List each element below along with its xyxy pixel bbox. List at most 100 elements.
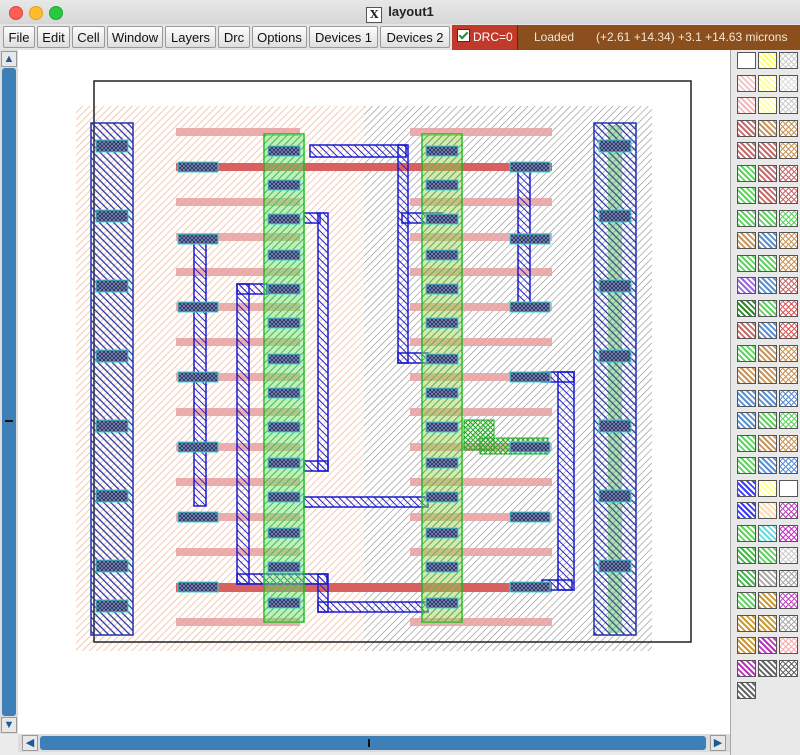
- menu-edit[interactable]: Edit: [37, 26, 70, 48]
- layer-swatch[interactable]: [737, 142, 756, 159]
- scroll-down-arrow-icon[interactable]: ▼: [1, 717, 17, 733]
- layer-swatch[interactable]: [779, 502, 798, 519]
- layer-swatch[interactable]: [758, 457, 777, 474]
- vertical-scroll-thumb[interactable]: [5, 420, 13, 422]
- layer-swatch[interactable]: [779, 614, 798, 632]
- layer-swatch[interactable]: [779, 412, 798, 429]
- layer-swatch[interactable]: [737, 74, 756, 92]
- layer-swatch[interactable]: [758, 74, 777, 92]
- layer-swatch[interactable]: [779, 592, 798, 609]
- layer-swatch[interactable]: [737, 682, 756, 699]
- layer-swatch[interactable]: [779, 164, 798, 182]
- scroll-left-arrow-icon[interactable]: ◀: [22, 735, 38, 751]
- layer-swatch[interactable]: [758, 389, 777, 407]
- layer-swatch[interactable]: [779, 659, 798, 677]
- layer-swatch[interactable]: [758, 412, 777, 429]
- layer-swatch[interactable]: [737, 277, 756, 294]
- layer-swatch[interactable]: [758, 547, 777, 564]
- layer-swatch[interactable]: [737, 52, 756, 69]
- layer-swatch[interactable]: [779, 97, 798, 114]
- layer-swatch[interactable]: [758, 142, 777, 159]
- vertical-scrollbar[interactable]: ▲ ▼: [0, 50, 18, 734]
- layer-swatch[interactable]: [737, 637, 756, 654]
- layer-swatch[interactable]: [779, 524, 798, 542]
- layer-swatch[interactable]: [779, 569, 798, 587]
- menu-file[interactable]: File: [3, 26, 35, 48]
- layer-swatch[interactable]: [737, 232, 756, 249]
- horizontal-scroll-thumb[interactable]: [368, 739, 370, 747]
- layer-swatch[interactable]: [758, 479, 777, 497]
- layer-swatch[interactable]: [737, 592, 756, 609]
- layer-swatch[interactable]: [737, 119, 756, 137]
- layer-swatch[interactable]: [737, 659, 756, 677]
- horizontal-scroll-track[interactable]: [40, 736, 706, 750]
- layer-swatch[interactable]: [758, 299, 777, 317]
- layer-swatch[interactable]: [737, 524, 756, 542]
- menu-devices-1[interactable]: Devices 1: [309, 26, 378, 48]
- layer-swatch[interactable]: [758, 277, 777, 294]
- horizontal-scrollbar[interactable]: ◀ ▶: [18, 734, 730, 752]
- layer-swatch[interactable]: [737, 389, 756, 407]
- menu-window[interactable]: Window: [107, 26, 163, 48]
- layer-swatch[interactable]: [737, 344, 756, 362]
- layer-swatch[interactable]: [737, 187, 756, 204]
- layer-swatch[interactable]: [779, 434, 798, 452]
- layer-swatch[interactable]: [779, 344, 798, 362]
- layer-swatch[interactable]: [758, 254, 777, 272]
- layer-swatch[interactable]: [737, 299, 756, 317]
- layer-swatch[interactable]: [779, 254, 798, 272]
- layer-swatch[interactable]: [737, 479, 756, 497]
- layout-canvas[interactable]: [18, 50, 730, 734]
- menu-cell[interactable]: Cell: [72, 26, 105, 48]
- layer-swatch[interactable]: [737, 412, 756, 429]
- layer-swatch[interactable]: [758, 322, 777, 339]
- vertical-scroll-track[interactable]: [2, 68, 16, 716]
- layer-swatch[interactable]: [779, 457, 798, 474]
- layer-swatch[interactable]: [758, 119, 777, 137]
- layer-swatch[interactable]: [758, 367, 777, 384]
- layer-swatch[interactable]: [758, 97, 777, 114]
- layer-swatch[interactable]: [758, 187, 777, 204]
- layer-swatch[interactable]: [758, 502, 777, 519]
- layer-swatch[interactable]: [737, 614, 756, 632]
- drc-toggle[interactable]: DRC=0: [452, 25, 518, 50]
- layer-swatch[interactable]: [779, 209, 798, 227]
- layer-swatch[interactable]: [779, 389, 798, 407]
- layer-swatch[interactable]: [779, 299, 798, 317]
- layer-swatch[interactable]: [779, 277, 798, 294]
- layer-swatch[interactable]: [758, 637, 777, 654]
- layer-swatch[interactable]: [737, 367, 756, 384]
- layer-swatch[interactable]: [758, 524, 777, 542]
- layer-swatch[interactable]: [758, 52, 777, 69]
- layer-swatch[interactable]: [758, 209, 777, 227]
- layer-swatch[interactable]: [758, 569, 777, 587]
- layer-swatch[interactable]: [737, 164, 756, 182]
- layer-swatch[interactable]: [737, 457, 756, 474]
- menu-layers[interactable]: Layers: [165, 26, 216, 48]
- layer-swatch[interactable]: [737, 434, 756, 452]
- layer-swatch[interactable]: [779, 547, 798, 564]
- layer-swatch[interactable]: [737, 97, 756, 114]
- layer-swatch[interactable]: [779, 119, 798, 137]
- layer-swatch[interactable]: [758, 164, 777, 182]
- layer-swatch[interactable]: [779, 322, 798, 339]
- layer-swatch[interactable]: [779, 367, 798, 384]
- layer-swatch[interactable]: [737, 547, 756, 564]
- layer-swatch[interactable]: [737, 254, 756, 272]
- layer-swatch[interactable]: [758, 614, 777, 632]
- layer-swatch[interactable]: [758, 232, 777, 249]
- layer-swatch[interactable]: [779, 74, 798, 92]
- layer-swatch[interactable]: [779, 52, 798, 69]
- layer-swatch[interactable]: [779, 142, 798, 159]
- layer-swatch[interactable]: [758, 344, 777, 362]
- layer-swatch[interactable]: [779, 637, 798, 654]
- scroll-right-arrow-icon[interactable]: ▶: [710, 735, 726, 751]
- layer-swatch[interactable]: [779, 232, 798, 249]
- menu-devices-2[interactable]: Devices 2: [380, 26, 450, 48]
- layer-swatch[interactable]: [779, 187, 798, 204]
- layer-swatch[interactable]: [737, 209, 756, 227]
- menu-drc[interactable]: Drc: [218, 26, 250, 48]
- layer-swatch[interactable]: [779, 479, 798, 497]
- menu-options[interactable]: Options: [252, 26, 307, 48]
- scroll-up-arrow-icon[interactable]: ▲: [1, 51, 17, 67]
